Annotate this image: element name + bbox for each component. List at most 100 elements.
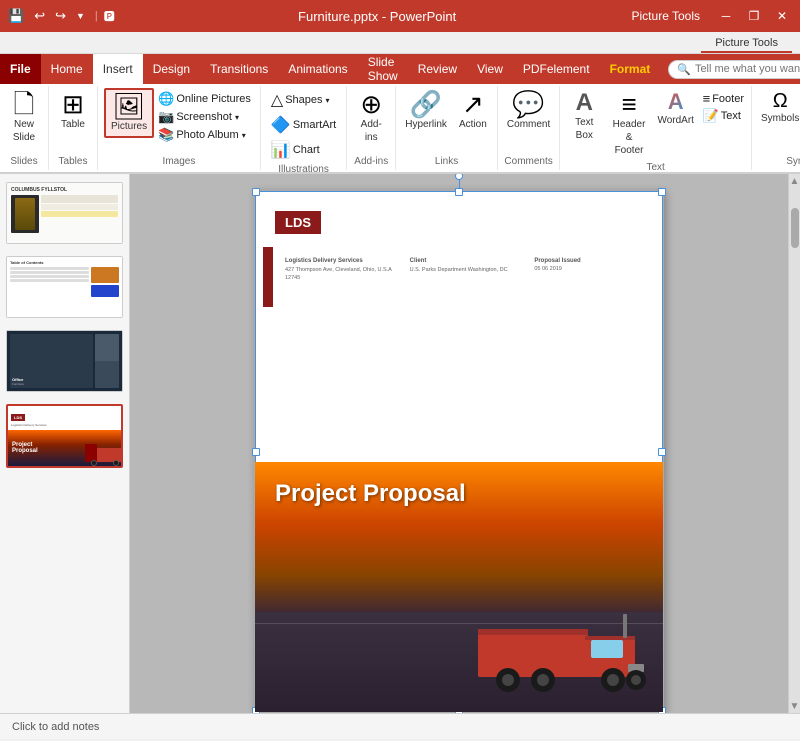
slide-2-thumbnail[interactable]: Table of Contents [6, 256, 123, 318]
click-to-add-notes[interactable]: Click to add notes [12, 721, 99, 733]
vertical-scrollbar[interactable]: ▲ ▼ [788, 174, 800, 713]
comment-label: Comment [507, 118, 550, 131]
wordart-icon: A [668, 91, 684, 113]
client-name: U.S. Parks Department Washington, DC [410, 266, 519, 274]
picture-tools-label: Picture Tools [632, 9, 700, 23]
chart-label: Chart [293, 144, 320, 156]
action-label: Action [459, 118, 487, 131]
redo-button[interactable]: ↪ [51, 6, 70, 26]
save-button[interactable]: 💾 [4, 6, 28, 26]
shapes-button[interactable]: △ Shapes ▾ [267, 88, 334, 112]
proposal-info: Proposal Issued 05 06 2019 [534, 258, 643, 283]
window-controls: ─ ❐ ✕ [712, 2, 796, 30]
undo-button[interactable]: ↩ [30, 6, 49, 26]
canvas-area: LDS Logistics Delivery Services 427 Thom… [130, 174, 788, 713]
scroll-down-button[interactable]: ▼ [789, 699, 800, 713]
wordart-button[interactable]: A WordArt [654, 88, 698, 130]
textbox-button[interactable]: A TextBox [564, 88, 604, 145]
slide-3-thumbnail[interactable]: Office Furniture [6, 330, 123, 392]
lds-logo: LDS [275, 211, 321, 234]
slide-1-thumbnail[interactable]: COLUMBUS FYLLSTOL [6, 182, 123, 244]
screenshot-button[interactable]: 📷 Screenshot ▾ [155, 108, 254, 126]
main-slide-canvas[interactable]: LDS Logistics Delivery Services 427 Thom… [254, 190, 664, 713]
scroll-thumb[interactable] [791, 208, 799, 248]
scroll-up-button[interactable]: ▲ [789, 174, 800, 188]
addins-label: Add-ins [361, 118, 382, 144]
photo-album-icon: 📚 [158, 127, 174, 143]
tab-insert[interactable]: Insert [93, 54, 143, 84]
tell-me-input[interactable] [695, 63, 800, 75]
new-slide-button[interactable]: 🗋 NewSlide [4, 88, 44, 147]
tab-design[interactable]: Design [143, 54, 200, 84]
symbols-button[interactable]: Ω Symbols [756, 88, 800, 128]
comment-button[interactable]: 💬 Comment [502, 88, 555, 134]
ribbon-group-tables: ⊞ Table Tables [49, 86, 98, 170]
header-footer-button[interactable]: ≡ Header& Footer [606, 88, 652, 160]
photo-album-dropdown-icon: ▾ [242, 131, 246, 140]
status-bar: Click to add notes [0, 713, 800, 739]
action-icon: ↗ [462, 91, 484, 117]
textbox-label: TextBox [575, 116, 593, 142]
ribbon-group-links: 🔗 Hyperlink ↗ Action Links [396, 86, 498, 170]
text-small-button[interactable]: 📝 Text [700, 107, 747, 125]
tab-animations[interactable]: Animations [278, 54, 357, 84]
footer-icon: ≡ [703, 91, 711, 106]
thumb1-title: COLUMBUS FYLLSTOL [11, 187, 118, 193]
ribbon-tabs: File Home Insert Design Transitions Anim… [0, 54, 800, 84]
window-title: Furniture.pptx - PowerPoint [123, 9, 632, 24]
rotate-handle[interactable] [455, 174, 463, 180]
client-label: Client [410, 258, 519, 264]
smartart-button[interactable]: 🔷 SmartArt [267, 113, 340, 137]
hyperlink-button[interactable]: 🔗 Hyperlink [400, 88, 452, 134]
company-address: 427 Thompson Ave, Cleveland, Ohio, U.S.A… [285, 266, 394, 283]
main-area: 1 COLUMBUS FYLLSTOL [0, 174, 800, 713]
chart-button[interactable]: 📊 Chart [267, 138, 324, 162]
tab-slideshow[interactable]: Slide Show [358, 54, 408, 84]
slide-bottom-section: Project Proposal [255, 462, 663, 712]
tables-group-label: Tables [53, 154, 93, 170]
close-button[interactable]: ✕ [768, 2, 796, 30]
action-button[interactable]: ↗ Action [453, 88, 493, 134]
tab-transitions[interactable]: Transitions [200, 54, 278, 84]
tab-file[interactable]: File [0, 54, 41, 84]
tell-me-search[interactable]: 🔍 [668, 60, 800, 79]
picture-tools-context-bar: Picture Tools [0, 32, 800, 54]
restore-button[interactable]: ❐ [740, 2, 768, 30]
header-footer-label: Header& Footer [611, 118, 647, 157]
pictures-button[interactable]: 🖼 Pictures [104, 88, 154, 138]
ribbon-group-text: A TextBox ≡ Header& Footer A WordArt ≡ F… [560, 86, 752, 170]
pictures-label: Pictures [111, 120, 147, 133]
online-pictures-icon: 🌐 [158, 91, 174, 107]
addins-button[interactable]: ⊕ Add-ins [351, 88, 391, 147]
title-bar: 💾 ↩ ↪ ▼ | 🅿 Furniture.pptx - PowerPoint … [0, 0, 800, 32]
screenshot-icon: 📷 [158, 109, 174, 125]
ribbon-group-slides: 🗋 NewSlide Slides [0, 86, 49, 170]
company-label: Logistics Delivery Services [285, 258, 394, 264]
tab-format[interactable]: Format [600, 54, 661, 84]
minimize-button[interactable]: ─ [712, 2, 740, 30]
tab-home[interactable]: Home [41, 54, 93, 84]
ribbon: File Home Insert Design Transitions Anim… [0, 54, 800, 174]
tab-pdfelement[interactable]: PDFelement [513, 54, 600, 84]
comment-icon: 💬 [512, 91, 544, 117]
footer-button[interactable]: ≡ Footer [700, 90, 747, 107]
tab-review[interactable]: Review [408, 54, 467, 84]
shapes-icon: △ [271, 90, 283, 110]
slide-panel[interactable]: 1 COLUMBUS FYLLSTOL [0, 174, 130, 713]
screenshot-dropdown-icon: ▾ [235, 113, 239, 122]
ppt-logo: 🅿 [104, 8, 115, 24]
online-pictures-button[interactable]: 🌐 Online Pictures [155, 90, 254, 108]
slide-4-thumbnail[interactable]: LDS Logistics Delivery Services ProjectP… [6, 404, 123, 468]
ribbon-group-comments: 💬 Comment Comments [498, 86, 560, 170]
customize-qat-button[interactable]: ▼ [72, 9, 89, 23]
photo-album-button[interactable]: 📚 Photo Album ▾ [155, 126, 254, 144]
truck-svg [473, 604, 653, 694]
smartart-label: SmartArt [293, 119, 336, 131]
addins-icon: ⊕ [360, 91, 382, 117]
table-icon: ⊞ [62, 91, 84, 117]
tab-view[interactable]: View [467, 54, 513, 84]
table-button[interactable]: ⊞ Table [53, 88, 93, 134]
wordart-label: WordArt [657, 114, 694, 127]
text-small-label: Text [721, 110, 741, 122]
truck-illustration [473, 604, 653, 697]
